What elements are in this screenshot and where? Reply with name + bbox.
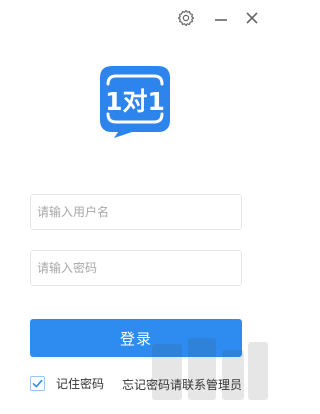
remember-label: 记住密码 [56, 377, 105, 391]
username-input[interactable] [31, 195, 241, 229]
close-icon [242, 8, 262, 28]
gear-icon [176, 8, 196, 28]
close-button[interactable] [242, 8, 262, 28]
remember-password-option[interactable]: 记住密码 [30, 375, 104, 392]
password-field[interactable] [30, 250, 242, 286]
settings-button[interactable] [176, 8, 196, 28]
minimize-button[interactable] [211, 8, 231, 28]
login-button[interactable]: 登录 [30, 319, 242, 357]
password-input[interactable] [31, 251, 241, 285]
app-logo: 1对1 [98, 64, 172, 138]
checkmark-icon [32, 374, 43, 393]
remember-checkbox[interactable] [30, 376, 45, 391]
forgot-password-hint: 忘记密码请联系管理员 [122, 378, 243, 392]
minimize-icon [211, 8, 231, 28]
username-field[interactable] [30, 194, 242, 230]
title-bar [0, 0, 272, 36]
logo-text: 1对1 [105, 87, 165, 116]
